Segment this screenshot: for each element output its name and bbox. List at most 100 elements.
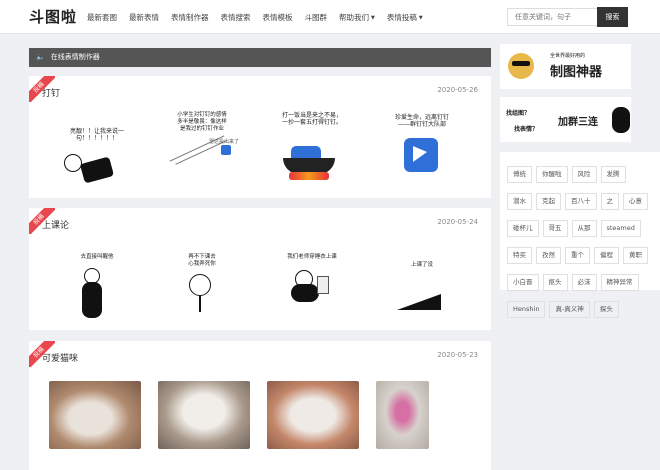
tag[interactable]: 傅统 xyxy=(507,166,532,183)
tag[interactable]: 你醒啦 xyxy=(536,166,568,183)
nav-item-latest-sets[interactable]: 最新套图 xyxy=(87,12,117,23)
meme-thumbnail[interactable]: 小学生对钉钉的感情 多半是敬畏：像这样 是我过的钉钉作业 雷达投出来了 xyxy=(159,108,243,180)
tag[interactable]: 碰杯儿 xyxy=(507,220,539,237)
meme-thumbnail[interactable]: 上课了没 xyxy=(379,254,463,326)
nav-item-submit[interactable]: 表情投稿 ▼ xyxy=(387,12,423,23)
meme-thumbnail[interactable]: 亮靓！！让我来说一句！！！！！！ xyxy=(54,116,138,188)
meme-thumbnail[interactable]: 打一饭当是来之不易， 一抄一套五打得钉钉。 xyxy=(269,108,353,180)
meme-caption: 我们老师穿睡衣上课 xyxy=(287,254,337,260)
tag[interactable]: 潜水 xyxy=(507,193,532,210)
tag[interactable]: 真-真义神 xyxy=(549,301,590,318)
lying-figure-icon xyxy=(397,294,441,310)
tag[interactable]: 必沫 xyxy=(571,274,597,291)
tag[interactable]: 小白晋 xyxy=(507,274,539,291)
meme-face-icon xyxy=(189,274,211,296)
nav-item-meme-templates[interactable]: 表情模板 xyxy=(263,12,293,23)
nav-item-latest-memes[interactable]: 最新表情 xyxy=(129,12,159,23)
tag[interactable]: 抠头 xyxy=(542,274,568,291)
tag[interactable]: 百八十 xyxy=(565,193,597,210)
tag[interactable]: 重个 xyxy=(565,247,590,264)
meme-caption: 再不下课去 心我弄死你 xyxy=(188,254,216,267)
meme-thumbnail[interactable]: 我们老师穿睡衣上课 xyxy=(269,254,353,326)
ad-subtitle: 全世界最好用的 xyxy=(550,53,586,59)
sunglasses-icon xyxy=(512,61,530,66)
meme-thumbnail[interactable]: 珍爱生命，远离钉钉 ——群钉钉大队部 xyxy=(379,108,463,180)
nav-label: 帮助我们 xyxy=(339,12,369,22)
tag[interactable]: 黄职 xyxy=(623,247,648,264)
cat-photo[interactable] xyxy=(267,381,359,449)
tag[interactable]: 精神异常 xyxy=(600,274,639,291)
post-title[interactable]: 可爱猫咪 xyxy=(42,351,78,364)
tag[interactable]: 特买 xyxy=(507,247,532,264)
post-title[interactable]: 打钉 xyxy=(42,86,60,99)
meme-caption: 小学生对钉钉的感情 多半是敬畏：像这样 是我过的钉钉作业 xyxy=(177,112,227,132)
nav-label: 表情投稿 xyxy=(386,12,417,22)
meme-caption: 去直接叫醒他 xyxy=(80,254,114,260)
tag[interactable]: 探头 xyxy=(593,301,619,318)
chevron-down-icon: ▼ xyxy=(371,14,375,21)
phone-icon xyxy=(317,276,329,294)
ad-title: 制图神器 xyxy=(550,65,603,80)
meme-thumbnail[interactable]: 再不下课去 心我弄死你 xyxy=(159,254,243,326)
ad-question: 找组图？ xyxy=(506,110,531,117)
panda-face-icon xyxy=(64,154,82,172)
tag[interactable]: 心意 xyxy=(623,193,648,210)
post-card: 投稿 可爱猫咪 2020-05-23 xyxy=(29,341,491,470)
panda-body-icon xyxy=(291,284,319,302)
panda-icon xyxy=(612,107,630,133)
nav-item-help-us[interactable]: 帮助我们 ▼ xyxy=(339,12,375,23)
tag[interactable]: 克起 xyxy=(536,193,561,210)
cat-photo[interactable] xyxy=(49,381,141,449)
tag[interactable]: Henshin xyxy=(507,301,546,318)
meme-caption: 珍爱生命，远离钉钉 ——群钉钉大队部 xyxy=(394,114,449,128)
dingtalk-wing-icon xyxy=(413,146,427,162)
panda-body-icon xyxy=(82,282,102,318)
tag[interactable]: 偏程 xyxy=(594,247,619,264)
tag[interactable]: 哥五 xyxy=(542,220,568,237)
post-thumbnails: 去直接叫醒他 再不下课去 心我弄死你 我们老师穿睡衣上课 上课了没 xyxy=(49,240,479,320)
stick-body-icon xyxy=(199,296,201,312)
ad-question: 找表情？ xyxy=(514,126,539,133)
meme-maker-banner[interactable]: 🔈 在线表情制作器 xyxy=(29,48,491,67)
doge-icon xyxy=(508,53,534,79)
post-card: 投稿 上课论 2020-05-24 去直接叫醒他 再不下课去 心我弄死你 我们老… xyxy=(29,208,491,330)
post-date: 2020-05-26 xyxy=(437,86,478,94)
post-thumbnails xyxy=(49,381,479,461)
top-navbar: 斗图啦 最新套图 最新表情 表情制作器 表情搜索 表情模板 斗图群 帮助我们 ▼ … xyxy=(0,0,660,34)
tag[interactable]: 风险 xyxy=(571,166,597,183)
tag[interactable]: 之 xyxy=(600,193,619,210)
cat-photo[interactable] xyxy=(158,381,250,449)
tag-cloud: 傅统 你醒啦 风险 发腾潜水 克起 百八十之心意碰杯儿 哥五 从那 steamed 特买 孜然 重个偏… xyxy=(500,152,660,318)
tag[interactable]: 孜然 xyxy=(536,247,561,264)
search-input[interactable] xyxy=(507,8,597,26)
meme-thumbnail[interactable]: 去直接叫醒他 xyxy=(54,254,138,326)
nav-item-meme-maker[interactable]: 表情制作器 xyxy=(171,12,209,23)
banner-label: 在线表情制作器 xyxy=(50,53,100,61)
tag[interactable]: 从那 xyxy=(571,220,597,237)
post-date: 2020-05-24 xyxy=(437,218,478,226)
ad-banner-meme-maker[interactable]: 全世界最好用的 制图神器 xyxy=(500,44,631,89)
nav-item-doutu-group[interactable]: 斗图群 xyxy=(305,12,328,23)
meme-caption: 上课了没 xyxy=(410,262,433,268)
site-logo[interactable]: 斗图啦 xyxy=(29,6,77,27)
meme-caption-small: 雷达投出来了 xyxy=(209,139,240,145)
nav-item-meme-search[interactable]: 表情搜索 xyxy=(221,12,251,23)
main-nav: 最新套图 最新表情 表情制作器 表情搜索 表情模板 斗图群 帮助我们 ▼ 表情投稿… xyxy=(87,0,435,34)
cat-photo[interactable] xyxy=(376,381,429,449)
post-date: 2020-05-23 xyxy=(437,351,478,359)
search-button[interactable]: 搜索 xyxy=(597,7,628,27)
meme-caption: 打一饭当是来之不易， 一抄一套五打得钉钉。 xyxy=(281,112,342,126)
speaker-icon: 🔈 xyxy=(36,53,45,61)
dingtalk-logo-icon xyxy=(221,145,231,155)
ad-title: 加群三连 xyxy=(558,117,598,128)
tag[interactable]: 发腾 xyxy=(600,166,626,183)
dingtalk-logo-icon xyxy=(404,138,438,172)
post-card: 投稿 打钉 2020-05-26 亮靓！！让我来说一句！！！！！！ 小学生对钉钉… xyxy=(29,76,491,198)
meme-caption: 亮靓！！让我来说一句！！！！！！ xyxy=(69,128,124,142)
chevron-down-icon: ▼ xyxy=(418,14,423,21)
panda-body-icon xyxy=(79,156,115,184)
tag[interactable]: steamed xyxy=(600,220,641,237)
ad-banner-join-group[interactable]: 找组图？ 找表情？ 加群三连 xyxy=(500,97,631,142)
post-thumbnails: 亮靓！！让我来说一句！！！！！！ 小学生对钉钉的感情 多半是敬畏：像这样 是我过… xyxy=(49,108,479,188)
post-title[interactable]: 上课论 xyxy=(42,218,69,231)
